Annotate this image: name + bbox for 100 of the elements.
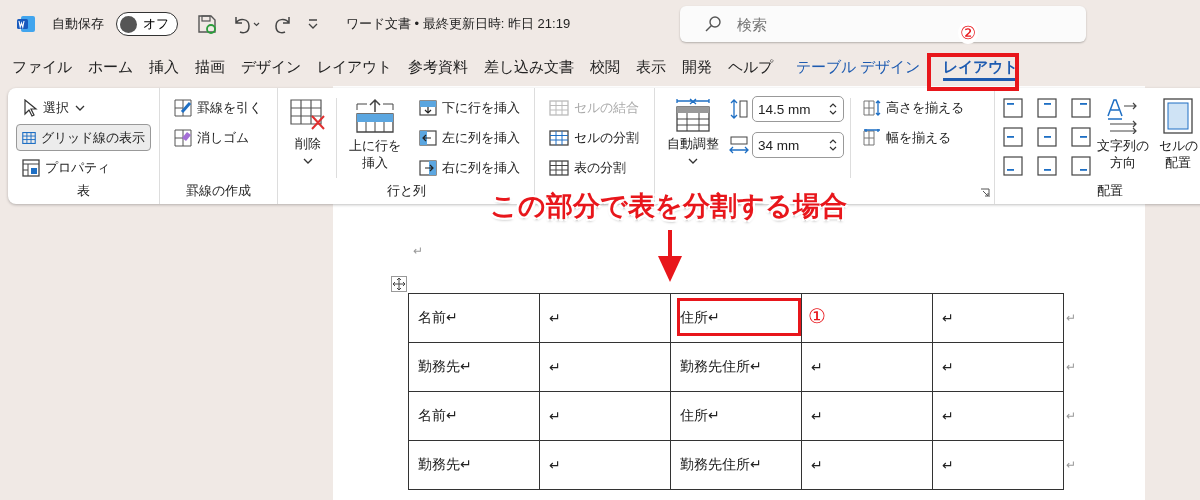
ribbon-button[interactable]: 幅を揃える: [857, 124, 970, 151]
row-height-icon: [729, 98, 749, 120]
align-cell-icon[interactable]: [1071, 156, 1091, 176]
ribbon-tab[interactable]: ヘルプ: [720, 51, 781, 83]
distribute-rows-icon: [863, 98, 881, 117]
table-cell: ↵: [932, 293, 1064, 343]
ribbon-button[interactable]: セルの分割: [543, 124, 646, 151]
grid-icon: [22, 129, 36, 146]
ribbon-button[interactable]: 罫線を引く: [168, 94, 269, 121]
ribbon-button[interactable]: グリッド線の表示: [16, 124, 151, 151]
row-end-mark: ↵: [1066, 409, 1076, 423]
word-logo-icon[interactable]: [16, 14, 36, 34]
down-arrow: [655, 230, 685, 282]
distribute-columns-icon: [863, 128, 881, 147]
ribbon-tab[interactable]: 描画: [187, 51, 233, 83]
table-cell: ↵: [539, 342, 671, 392]
row-end-mark: ↵: [1066, 360, 1076, 374]
insert-cells-icon: [418, 159, 437, 176]
chevron-down-icon: [302, 156, 314, 165]
eraser-grid-icon: [174, 128, 192, 147]
ribbon-tab[interactable]: 差し込み文書: [476, 51, 582, 83]
insert-row-above-icon: [355, 98, 394, 134]
table-cell: ↵: [932, 440, 1064, 490]
table-cells-icon: [549, 159, 569, 176]
ribbon-tab[interactable]: 校閲: [582, 51, 628, 83]
height-field[interactable]: 14.5 mm: [752, 96, 844, 122]
ribbon-tab[interactable]: レイアウト: [935, 51, 1027, 83]
table-cell: 名前↵: [408, 293, 540, 343]
cell-margins-icon: [1163, 98, 1194, 134]
table-cells-icon: [549, 129, 569, 146]
ribbon-button[interactable]: 表の分割: [543, 154, 646, 181]
table-cell: ↵: [932, 342, 1064, 392]
dialog-launcher-icon[interactable]: [980, 188, 990, 198]
insert-above-button[interactable]: 上に行を挿入: [343, 94, 407, 176]
align-cell-icon[interactable]: [1003, 156, 1023, 176]
table-cell: ↵: [539, 440, 671, 490]
align-cell-icon[interactable]: [1071, 98, 1091, 118]
ribbon-button[interactable]: 消しゴム: [168, 124, 269, 151]
align-cell-icon[interactable]: [1071, 127, 1091, 147]
row-end-mark: ↵: [1066, 311, 1076, 325]
align-cell-icon[interactable]: [1003, 127, 1023, 147]
ribbon-tab[interactable]: 開発: [674, 51, 720, 83]
document-title: ワード文書 • 最終更新日時: 昨日 21:19: [346, 15, 571, 33]
ribbon-tab[interactable]: レイアウト: [309, 51, 400, 83]
align-cell-icon[interactable]: [1037, 98, 1057, 118]
column-width-icon: [729, 134, 749, 156]
spin-arrows-icon[interactable]: [828, 137, 838, 153]
ribbon-tab[interactable]: 挿入: [141, 51, 187, 83]
table-cell: ↵: [932, 391, 1064, 441]
ribbon-button[interactable]: プロパティ: [16, 154, 151, 181]
text-direction-button[interactable]: 文字列の方向: [1093, 94, 1153, 176]
table-delete-icon: [290, 98, 326, 132]
ribbon-button[interactable]: 右に列を挿入: [412, 154, 526, 181]
row-end-mark: ↵: [1066, 458, 1076, 472]
pencil-grid-icon: [174, 98, 192, 117]
cell-margins-button[interactable]: セルの配置: [1154, 94, 1200, 176]
align-cell-icon[interactable]: [1037, 127, 1057, 147]
table-cell: 勤務先住所↵: [670, 342, 802, 392]
ribbon-button[interactable]: 下に行を挿入: [412, 94, 526, 121]
ribbon-button[interactable]: 左に列を挿入: [412, 124, 526, 151]
width-field[interactable]: 34 mm: [752, 132, 844, 158]
move-handle-icon[interactable]: [391, 276, 407, 292]
cursor-icon: [22, 98, 38, 117]
search-icon: [704, 15, 722, 33]
table-cell: ↵: [539, 391, 671, 441]
autosave-label: 自動保存: [52, 15, 104, 33]
delete-button[interactable]: 削除: [286, 94, 330, 169]
step-marker: ①: [808, 304, 826, 328]
group-label: 配置: [1096, 183, 1124, 200]
table-cell: ↵: [539, 293, 671, 343]
ribbon-tab[interactable]: 表示: [628, 51, 674, 83]
ribbon-tab[interactable]: ファイル: [4, 51, 80, 83]
annotation-caption: この部分で表を分割する場合: [490, 190, 847, 223]
chevron-down-icon: [687, 156, 699, 165]
autosave-toggle[interactable]: オフ: [116, 12, 178, 36]
ribbon-button[interactable]: 選択: [16, 94, 151, 121]
table-cell: 名前↵: [408, 391, 540, 441]
ribbon-tab[interactable]: ホーム: [80, 51, 141, 83]
table-cell: ↵: [801, 342, 933, 392]
group-label: 罫線の作成: [185, 183, 252, 200]
align-cell-icon[interactable]: [1003, 98, 1023, 118]
table-cell: 住所↵: [670, 391, 802, 441]
table-cell: 住所↵: [670, 293, 802, 343]
ribbon-tab[interactable]: テーブル デザイン: [788, 51, 929, 83]
group-label: 行と列: [385, 183, 427, 200]
align-cell-icon[interactable]: [1037, 156, 1057, 176]
table-cell: 勤務先↵: [408, 342, 540, 392]
save-icon[interactable]: [196, 13, 218, 35]
ribbon-tab[interactable]: 参考資料: [400, 51, 476, 83]
insert-cells-icon: [418, 129, 437, 146]
customize-dropdown-icon[interactable]: [306, 17, 320, 31]
ribbon-tab[interactable]: デザイン: [233, 51, 309, 83]
group-label: 表: [76, 183, 91, 200]
table-cell: ↵: [801, 391, 933, 441]
table-cells-icon: [549, 99, 569, 116]
insert-cells-icon: [418, 99, 437, 116]
ribbon-button[interactable]: 高さを揃える: [857, 94, 970, 121]
autofit-button[interactable]: 自動調整: [663, 94, 723, 169]
chevron-down-icon: [74, 103, 86, 112]
spin-arrows-icon[interactable]: [828, 101, 838, 117]
